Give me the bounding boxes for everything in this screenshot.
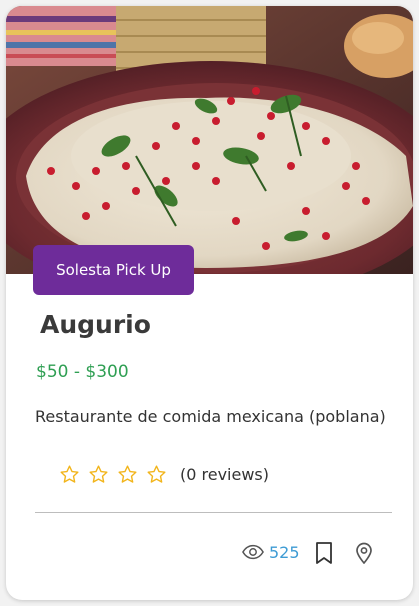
divider	[35, 512, 392, 513]
reviews-count[interactable]: (0 reviews)	[180, 465, 269, 484]
eye-icon	[242, 544, 264, 560]
food-image	[6, 6, 413, 274]
price-range: $50 - $300	[36, 362, 129, 382]
star-outline-icon[interactable]	[88, 464, 109, 485]
pick-up-badge[interactable]: Solesta Pick Up	[33, 245, 194, 295]
views-count: 525	[269, 542, 300, 562]
star-outline-icon[interactable]	[117, 464, 138, 485]
restaurant-photo[interactable]	[6, 6, 413, 274]
restaurant-card: Solesta Pick Up Augurio $50 - $300 Resta…	[6, 6, 413, 600]
star-outline-icon[interactable]	[59, 464, 80, 485]
restaurant-description: Restaurante de comida mexicana (poblana)	[35, 407, 386, 426]
restaurant-title[interactable]: Augurio	[40, 310, 151, 339]
rating: (0 reviews)	[59, 462, 269, 486]
bookmark-icon[interactable]	[315, 542, 333, 564]
views: 525	[242, 540, 300, 564]
star-outline-icon[interactable]	[146, 464, 167, 485]
map-pin-icon[interactable]	[355, 542, 373, 564]
